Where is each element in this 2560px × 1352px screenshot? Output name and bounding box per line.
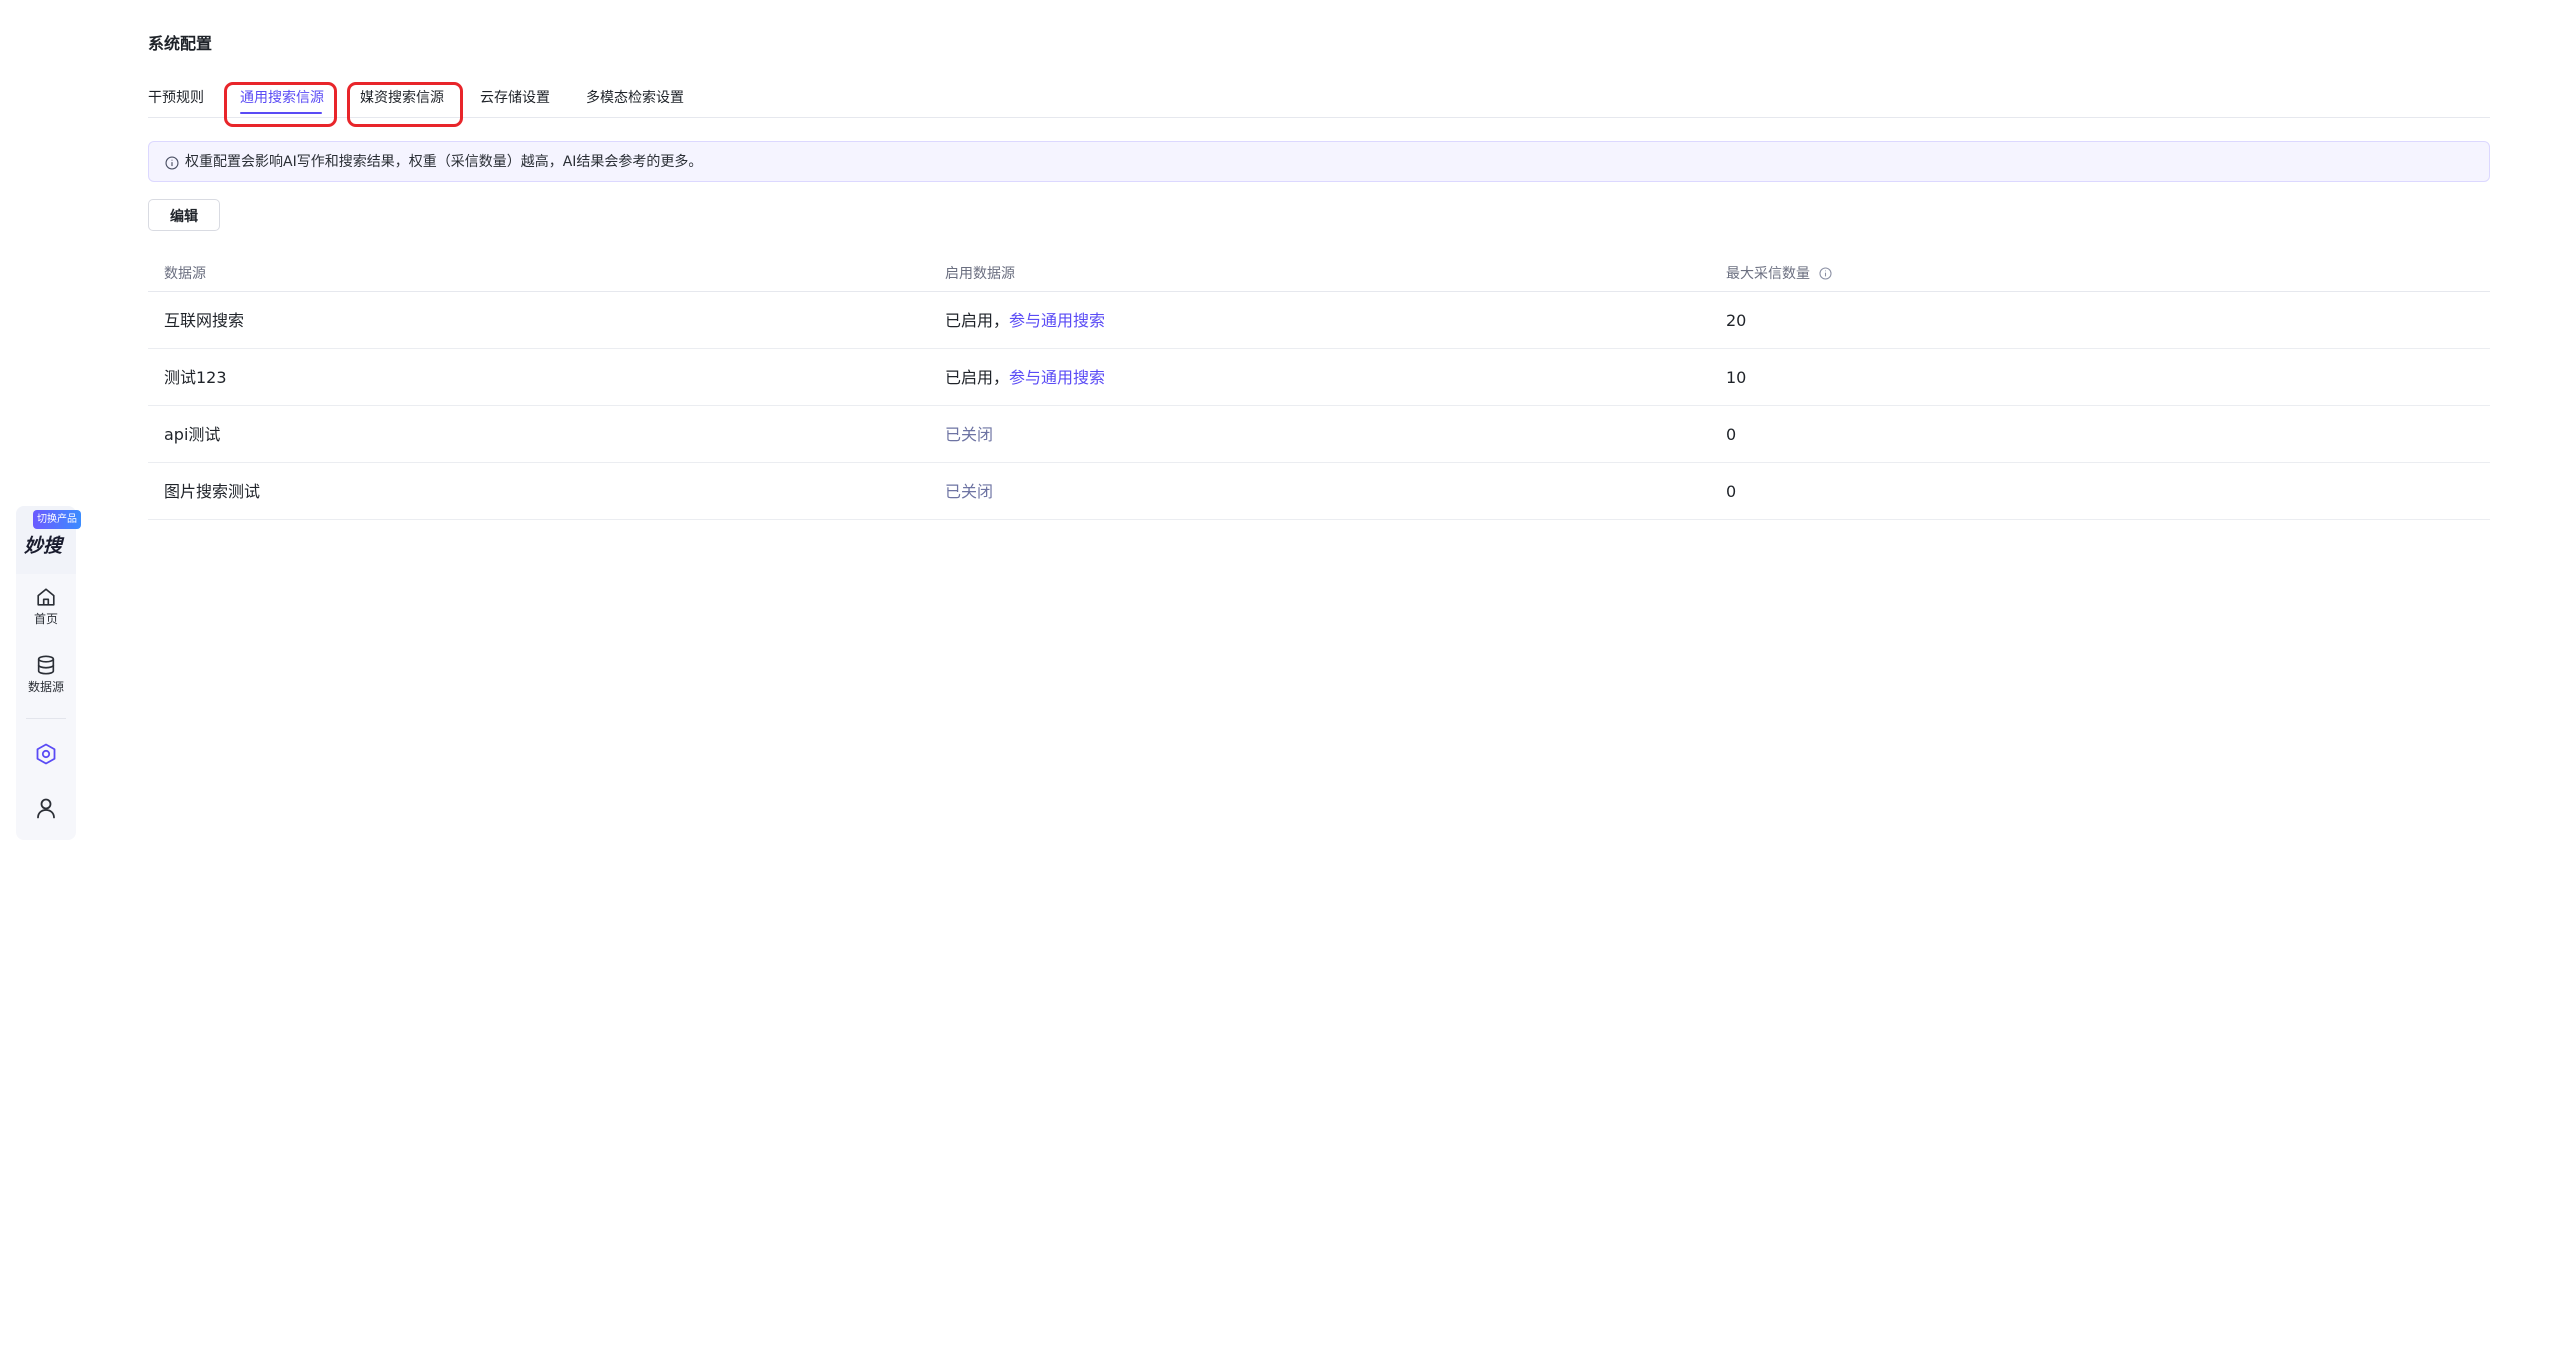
page-title: 系统配置	[148, 34, 213, 53]
info-alert: 权重配置会影响AI写作和搜索结果，权重（采信数量）越高，AI结果会参考的更多。	[148, 141, 2490, 182]
table-row: 互联网搜索 已启用，参与通用搜索 20	[148, 292, 2490, 349]
status-text: 已启用，	[945, 311, 1010, 330]
sidebar-item-home[interactable]: 首页	[16, 586, 76, 627]
status-text: 已关闭	[945, 425, 994, 444]
table-header: 数据源 启用数据源 最大采信数量	[148, 255, 2490, 292]
max-count-value: 0	[1726, 482, 1737, 501]
source-name: 测试123	[164, 368, 227, 387]
table-row: api测试 已关闭 0	[148, 406, 2490, 463]
tab-bar: 干预规则 通用搜索信源 媒资搜索信源 云存储设置 多模态检索设置	[148, 82, 2490, 118]
participate-search-link[interactable]: 参与通用搜索	[1009, 368, 1105, 387]
column-header-max-count: 最大采信数量	[1726, 264, 1833, 286]
participate-search-link[interactable]: 参与通用搜索	[1009, 311, 1105, 330]
sources-table: 数据源 启用数据源 最大采信数量 互联网搜索 已启用，参与通用搜索 20 测试1…	[148, 255, 2490, 520]
highlight-box	[347, 82, 463, 127]
highlight-box	[224, 82, 337, 127]
status-text: 已关闭	[945, 482, 994, 501]
sidebar-item-user[interactable]	[16, 796, 76, 820]
main-content: 系统配置 干预规则 通用搜索信源 媒资搜索信源 云存储设置 多模态检索设置 权重…	[148, 0, 2490, 1352]
sidebar-item-settings[interactable]	[16, 742, 76, 766]
home-icon	[16, 586, 76, 608]
status-cell: 已启用，参与通用搜索	[945, 367, 1105, 389]
tab-multimodal-retrieval-settings[interactable]: 多模态检索设置	[586, 88, 684, 108]
sidebar-item-label: 数据源	[27, 680, 64, 694]
status-text: 已启用，	[945, 368, 1010, 387]
tab-intervention-rules[interactable]: 干预规则	[148, 88, 204, 108]
column-header-max-count-label: 最大采信数量	[1726, 266, 1810, 282]
settings-hexagon-icon	[16, 742, 76, 766]
info-circle-icon[interactable]	[1819, 266, 1833, 286]
source-name: api测试	[164, 425, 221, 444]
product-switcher[interactable]: 切换产品 妙搜	[16, 506, 81, 574]
source-name: 图片搜索测试	[164, 482, 261, 501]
alert-text: 权重配置会影响AI写作和搜索结果，权重（采信数量）越高，AI结果会参考的更多。	[185, 154, 703, 170]
column-header-enabled: 启用数据源	[945, 266, 1015, 282]
user-icon	[16, 796, 76, 820]
tab-cloud-storage-settings[interactable]: 云存储设置	[480, 88, 550, 108]
switch-product-badge[interactable]: 切换产品	[33, 510, 81, 529]
info-circle-icon	[165, 155, 179, 174]
brand-logo: 妙搜	[24, 535, 63, 557]
column-header-source: 数据源	[164, 266, 206, 282]
table-row: 图片搜索测试 已关闭 0	[148, 463, 2490, 520]
database-icon	[16, 654, 76, 676]
max-count-value: 20	[1726, 311, 1747, 330]
table-row: 测试123 已启用，参与通用搜索 10	[148, 349, 2490, 406]
status-cell: 已启用，参与通用搜索	[945, 310, 1105, 332]
sidebar: 切换产品 妙搜 首页 数据源	[16, 506, 81, 840]
sidebar-item-label: 首页	[33, 612, 58, 626]
sidebar-item-datasource[interactable]: 数据源	[16, 654, 76, 695]
source-name: 互联网搜索	[164, 311, 245, 330]
max-count-value: 10	[1726, 368, 1747, 387]
max-count-value: 0	[1726, 425, 1737, 444]
sidebar-divider	[26, 718, 66, 719]
edit-button[interactable]: 编辑	[148, 199, 220, 231]
